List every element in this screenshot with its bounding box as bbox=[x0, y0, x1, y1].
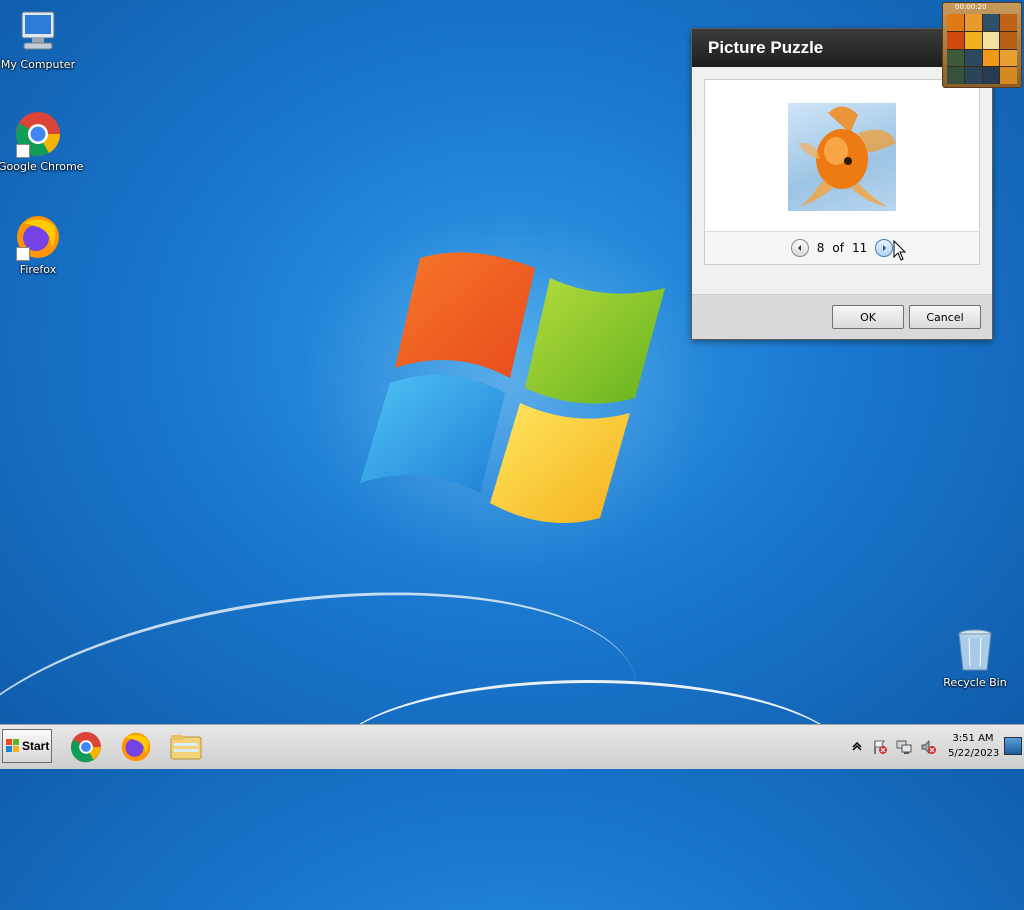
firefox-icon bbox=[121, 732, 151, 762]
puzzle-tile-grid bbox=[947, 14, 1017, 84]
puzzle-tile[interactable] bbox=[1000, 14, 1017, 31]
puzzle-tile[interactable] bbox=[947, 49, 964, 67]
windows-flag-icon bbox=[6, 739, 19, 752]
file-explorer-icon bbox=[170, 735, 202, 760]
volume-muted-icon[interactable] bbox=[920, 739, 936, 755]
desktop-icon-label: Google Chrome bbox=[0, 160, 84, 173]
cancel-button[interactable]: Cancel bbox=[909, 305, 981, 329]
firefox-icon bbox=[14, 213, 62, 261]
chevron-right-icon bbox=[883, 245, 887, 251]
desktop-icon-firefox[interactable]: Firefox bbox=[0, 213, 78, 276]
goldfish-picture bbox=[788, 103, 896, 211]
desktop-icon-my-computer[interactable]: My Computer bbox=[0, 8, 78, 71]
picture-pager: 8 of 11 bbox=[705, 231, 979, 264]
taskbar-firefox-button[interactable] bbox=[118, 729, 154, 765]
puzzle-tile[interactable] bbox=[1000, 67, 1017, 84]
previous-picture-button[interactable] bbox=[790, 239, 809, 257]
dialog-body: 8 of 11 bbox=[692, 67, 992, 295]
picture-preview-panel: 8 of 11 bbox=[704, 79, 980, 265]
shortcut-arrow-icon bbox=[16, 247, 30, 261]
puzzle-tile[interactable] bbox=[982, 14, 1000, 31]
puzzle-tile[interactable] bbox=[947, 14, 964, 31]
system-tray: 3:51 AM 5/22/2023 bbox=[848, 727, 1024, 767]
puzzle-tile[interactable] bbox=[947, 67, 964, 84]
desktop-icon-google-chrome[interactable]: Google Chrome bbox=[0, 110, 84, 173]
clock-time: 3:51 AM bbox=[952, 733, 994, 744]
start-label: Start bbox=[22, 739, 50, 753]
puzzle-tile[interactable] bbox=[982, 31, 1000, 49]
gadget-timer: 00:00:20 bbox=[943, 3, 1021, 12]
pager-of-label: of bbox=[832, 241, 844, 255]
taskbar-clock[interactable]: 3:51 AM 5/22/2023 bbox=[948, 731, 1000, 761]
desktop-icon-label: My Computer bbox=[0, 58, 76, 71]
desktop-icon-label: Recycle Bin bbox=[943, 676, 1007, 689]
start-button[interactable]: Start bbox=[2, 729, 52, 763]
pager-total: 11 bbox=[851, 241, 868, 255]
next-picture-button[interactable] bbox=[875, 239, 894, 257]
computer-icon bbox=[14, 8, 62, 56]
taskbar-chrome-button[interactable] bbox=[68, 729, 104, 765]
puzzle-tile[interactable] bbox=[1000, 31, 1017, 49]
network-icon[interactable] bbox=[896, 739, 912, 755]
action-center-flag-icon[interactable] bbox=[872, 739, 888, 755]
gadget-timer-value: 00:00:20 bbox=[955, 3, 987, 11]
puzzle-tile[interactable] bbox=[982, 67, 1000, 84]
puzzle-tile[interactable] bbox=[964, 14, 982, 31]
windows-logo bbox=[360, 252, 665, 523]
mouse-cursor-icon bbox=[893, 240, 907, 261]
desktop-icon-label: Firefox bbox=[19, 263, 57, 276]
puzzle-tile[interactable] bbox=[947, 31, 964, 49]
shortcut-arrow-icon bbox=[16, 144, 30, 158]
ok-button[interactable]: OK bbox=[832, 305, 904, 329]
taskbar: Start 3:51 AM 5/22/2023 bbox=[0, 724, 1024, 769]
chrome-icon bbox=[70, 732, 101, 763]
chevron-left-icon bbox=[797, 245, 801, 251]
chrome-icon bbox=[14, 110, 62, 158]
show-desktop-button[interactable] bbox=[1004, 737, 1022, 755]
show-hidden-icons-icon[interactable] bbox=[852, 741, 862, 751]
pager-current: 8 bbox=[816, 241, 825, 255]
taskbar-file-explorer-button[interactable] bbox=[168, 729, 204, 765]
puzzle-tile[interactable] bbox=[964, 31, 982, 49]
puzzle-tile[interactable] bbox=[964, 67, 982, 84]
clock-date: 5/22/2023 bbox=[948, 748, 1000, 759]
puzzle-tile[interactable] bbox=[964, 49, 982, 67]
picture-puzzle-gadget[interactable]: 00:00:20 bbox=[942, 2, 1022, 88]
puzzle-tile[interactable] bbox=[982, 49, 1000, 67]
puzzle-tile[interactable] bbox=[1000, 49, 1017, 67]
recycle-bin-icon bbox=[951, 626, 999, 674]
desktop-icon-recycle-bin[interactable]: Recycle Bin bbox=[935, 626, 1015, 689]
